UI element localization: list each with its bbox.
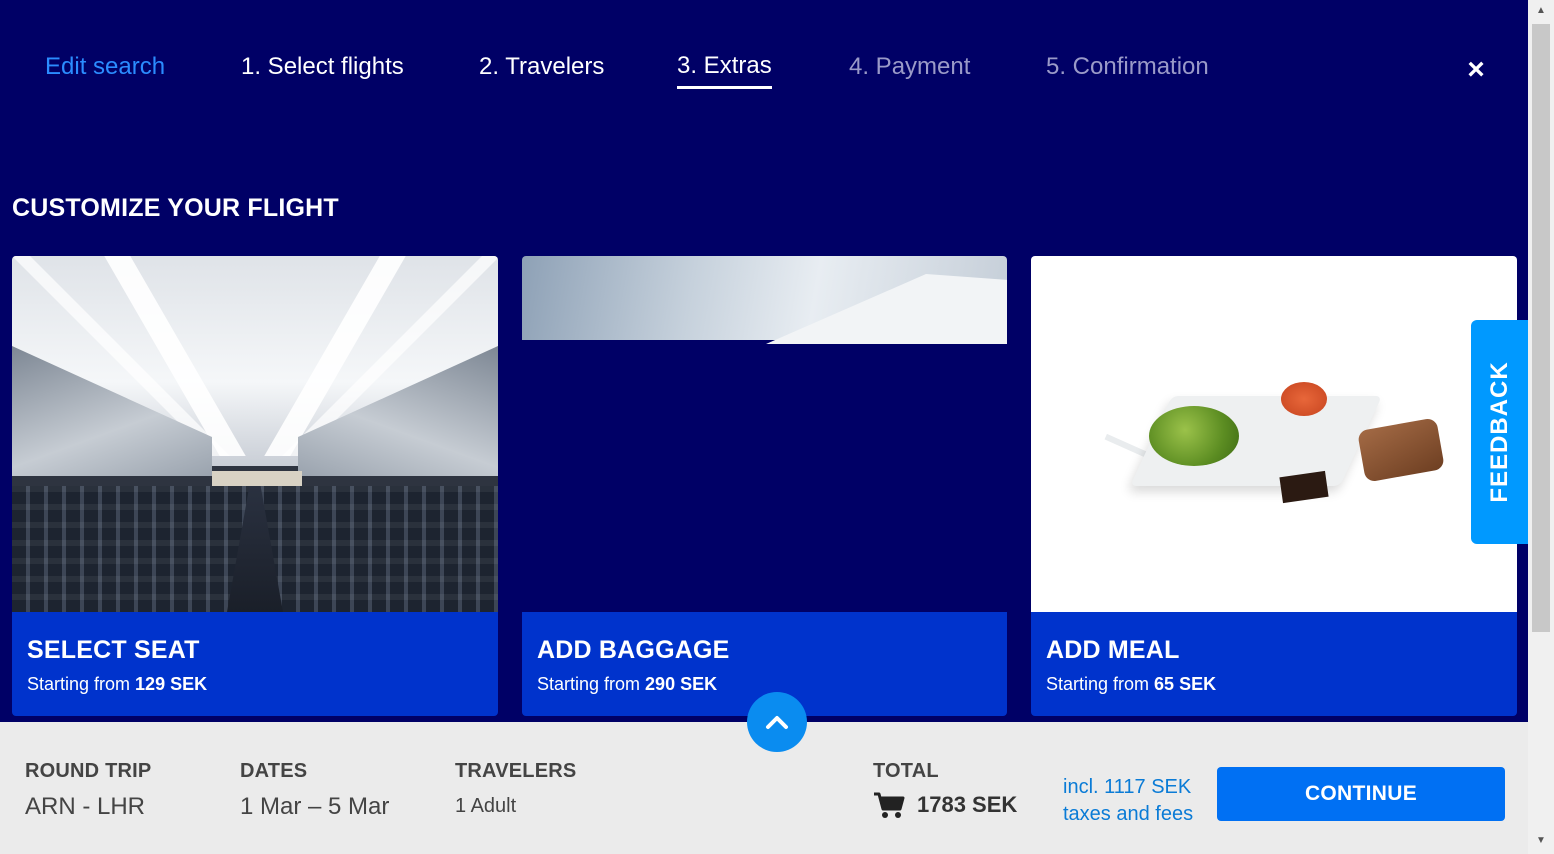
baggage-image (522, 256, 1007, 612)
trip-route: ARN - LHR (25, 793, 146, 820)
trip-label: ROUND TRIP (25, 760, 152, 782)
cabin-image (12, 256, 498, 612)
add-baggage-card[interactable]: ADD BAGGAGE Starting from 290 SEK (522, 256, 1007, 716)
travelers-value: 1 Adult (455, 795, 517, 817)
step-confirmation: 5. Confirmation (1046, 53, 1209, 80)
scrollbar[interactable]: ▲ ▼ (1528, 0, 1554, 854)
cart-icon (874, 792, 905, 818)
add-meal-card[interactable]: ADD MEAL Starting from 65 SEK (1031, 256, 1517, 716)
feedback-label: FEEDBACK (1486, 361, 1513, 503)
select-seat-card[interactable]: SELECT SEAT Starting from 129 SEK (12, 256, 498, 716)
scroll-down-icon[interactable]: ▼ (1528, 832, 1554, 850)
edit-search-link[interactable]: Edit search (45, 52, 165, 82)
travelers-summary: TRAVELERS 1 Adult (455, 760, 576, 818)
step-travelers[interactable]: 2. Travelers (479, 52, 604, 82)
step-payment: 4. Payment (849, 53, 971, 80)
total-summary: TOTAL 1783 SEK (873, 760, 1017, 819)
page-title: CUSTOMIZE YOUR FLIGHT (12, 194, 339, 222)
trip-summary: ROUND TRIP ARN - LHR (25, 760, 151, 821)
continue-button[interactable]: CONTINUE (1217, 767, 1505, 821)
card-title: SELECT SEAT (27, 636, 200, 664)
card-price: Starting from 65 SEK (1046, 674, 1217, 694)
card-price: Starting from 290 SEK (537, 674, 718, 694)
dates-summary: DATES 1 Mar – 5 Mar (240, 760, 389, 821)
expand-summary-button[interactable] (747, 692, 807, 752)
feedback-tab[interactable]: FEEDBACK (1471, 320, 1529, 544)
total-label: TOTAL (873, 760, 939, 782)
scroll-up-icon[interactable]: ▲ (1528, 2, 1554, 20)
card-price: Starting from 129 SEK (27, 674, 208, 694)
scroll-thumb[interactable] (1532, 24, 1550, 632)
close-icon[interactable]: × (1462, 55, 1490, 85)
meal-image (1031, 256, 1517, 612)
card-footer: ADD MEAL Starting from 65 SEK (1031, 612, 1517, 716)
step-select-flights[interactable]: 1. Select flights (241, 52, 404, 82)
dates-value: 1 Mar – 5 Mar (240, 793, 390, 820)
dates-label: DATES (240, 760, 308, 782)
card-title: ADD BAGGAGE (537, 636, 730, 664)
taxes-and-fees: incl. 1117 SEK taxes and fees (1063, 776, 1194, 825)
card-title: ADD MEAL (1046, 636, 1180, 664)
total-price: 1783 SEK (917, 792, 1018, 817)
travelers-label: TRAVELERS (455, 760, 577, 782)
checkout-steps-nav: Edit search 1. Select flights 2. Travele… (0, 0, 1528, 120)
chevron-up-icon (766, 716, 788, 729)
step-extras[interactable]: 3. Extras (677, 51, 772, 89)
card-footer: SELECT SEAT Starting from 129 SEK (12, 612, 498, 716)
